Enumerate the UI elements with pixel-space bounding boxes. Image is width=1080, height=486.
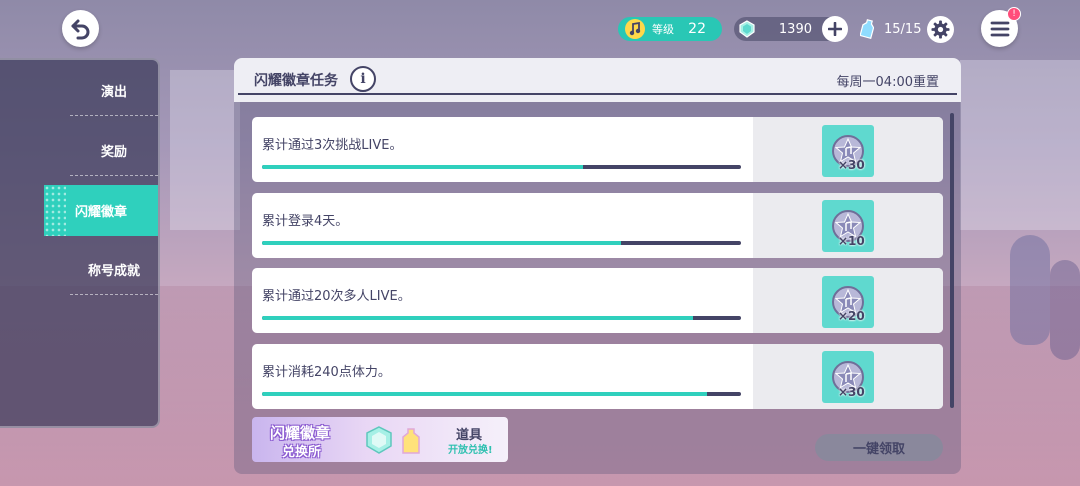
gear-icon xyxy=(931,20,950,39)
back-arrow-icon xyxy=(71,19,89,39)
plus-icon xyxy=(828,22,842,36)
mission-progress-fill xyxy=(262,392,708,396)
stamina-bottle-icon xyxy=(402,428,420,454)
gem-icon xyxy=(366,426,392,454)
background-guitar xyxy=(1010,235,1050,345)
badge-exchange-banner[interactable]: 闪耀徽章 兑换所 道具 开放兑换! xyxy=(252,417,508,462)
side-item-titles[interactable]: 称号成就 xyxy=(70,245,158,295)
exchange-subtitle: 兑换所 xyxy=(282,445,322,460)
background-guitar xyxy=(1050,260,1080,360)
reset-time: 每周一04:00重置 xyxy=(836,75,939,90)
level-indicator: 等级 22 xyxy=(618,17,722,41)
mission-progress-bar xyxy=(262,241,741,245)
mission-text: 累计通过3次挑战LIVE。 xyxy=(262,138,403,153)
panel-title: 闪耀徽章任务 xyxy=(254,73,338,89)
side-item-rewards[interactable]: 奖励 xyxy=(70,126,158,176)
mission-progress-fill xyxy=(262,165,583,169)
stamina-value: 15/15 xyxy=(884,21,922,37)
mission-text: 累计通过20次多人LIVE。 xyxy=(262,289,411,304)
side-item-shine-badge[interactable]: 闪耀徽章 xyxy=(44,185,158,236)
stamina-counter: 15/15 xyxy=(856,17,926,41)
mission-progress-bar xyxy=(262,316,741,320)
stamina-bottle-icon xyxy=(860,19,874,39)
panel-header: 闪耀徽章任务 i 每周一04:00重置 xyxy=(234,58,961,102)
level-value: 22 xyxy=(688,21,706,37)
side-item-performance[interactable]: 演出 xyxy=(70,66,158,116)
header-divider xyxy=(238,93,957,95)
mission-text: 累计消耗240点体力。 xyxy=(262,365,391,380)
side-item-label: 演出 xyxy=(100,85,127,100)
reward-count: ×30 xyxy=(838,158,865,172)
exchange-title: 闪耀徽章 xyxy=(270,424,331,442)
scrollbar[interactable] xyxy=(950,113,954,408)
mission-progress-fill xyxy=(262,316,694,320)
claim-all-label: 一键领取 xyxy=(852,442,905,457)
add-gem-button[interactable] xyxy=(822,16,848,42)
side-item-label: 称号成就 xyxy=(87,264,140,279)
background-window xyxy=(960,60,1080,230)
mission-progress-bar xyxy=(262,165,741,169)
level-label: 等级 xyxy=(652,23,674,36)
mission-progress-fill xyxy=(262,241,622,245)
side-item-label: 闪耀徽章 xyxy=(74,205,127,220)
back-button[interactable] xyxy=(62,10,99,47)
mission-progress-bar xyxy=(262,392,741,396)
settings-button[interactable] xyxy=(927,16,954,43)
exchange-open-label: 开放兑换! xyxy=(448,445,493,456)
side-item-label: 奖励 xyxy=(100,145,127,160)
music-note-icon xyxy=(625,19,645,39)
info-icon: i xyxy=(360,71,366,87)
hamburger-icon xyxy=(990,21,1009,36)
notification-badge: ! xyxy=(1007,7,1021,21)
reward-count: ×30 xyxy=(838,385,865,399)
reward-count: ×10 xyxy=(838,234,865,248)
claim-all-button[interactable]: 一键领取 xyxy=(815,434,943,461)
gem-icon xyxy=(739,20,755,38)
mission-text: 累计登录4天。 xyxy=(262,214,349,229)
background-window xyxy=(170,70,240,230)
info-button[interactable]: i xyxy=(350,66,376,92)
gem-value: 1390 xyxy=(778,21,812,37)
reward-count: ×20 xyxy=(838,309,865,323)
